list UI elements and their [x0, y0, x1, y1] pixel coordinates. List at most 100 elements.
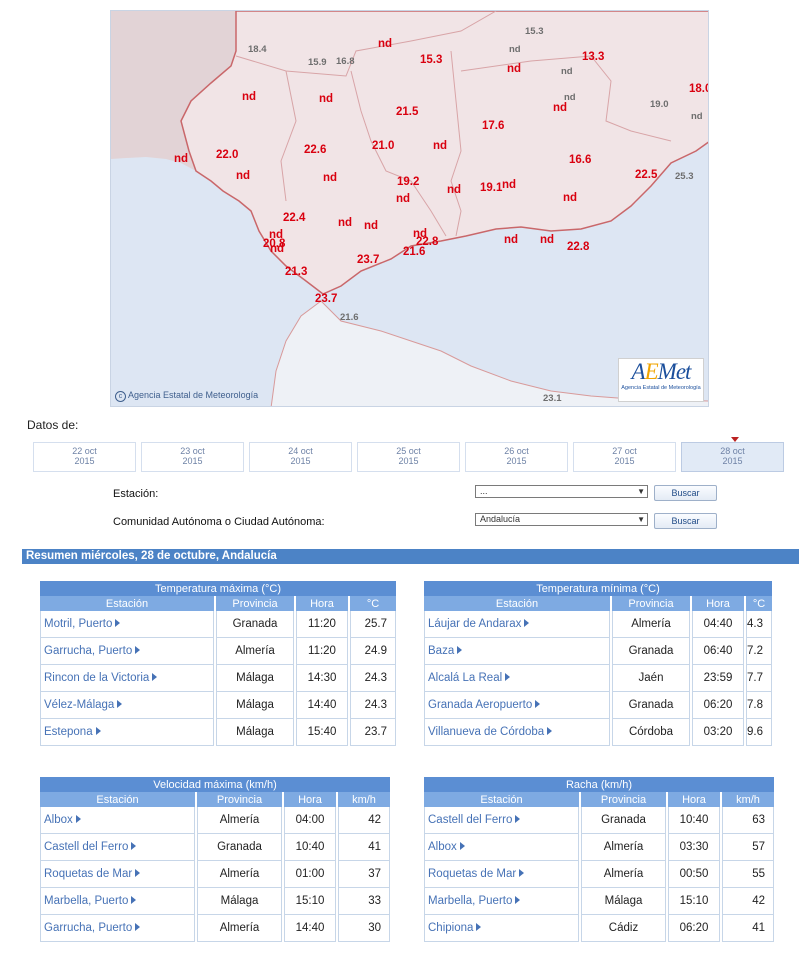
table-row: Garrucha, Puerto Almería 14:40 30: [40, 915, 390, 942]
station-link[interactable]: Baza: [424, 638, 610, 665]
value-cell: 7.2: [746, 638, 772, 665]
time-cell: 23:59: [692, 665, 744, 692]
date-tab[interactable]: 22 oct 2015: [33, 442, 136, 472]
table-row: Baza Granada 06:40 7.2: [424, 638, 772, 665]
date-tab-year: 2015: [506, 456, 527, 466]
value-cell: 42: [722, 888, 774, 915]
max-temp-table: Temperatura máxima (°C) Estación Provincia…: [38, 581, 398, 746]
table-row: Garrucha, Puerto Almería 11:20 24.9: [40, 638, 396, 665]
station-name: Chipiona: [428, 922, 474, 934]
column-header: °C: [350, 596, 396, 611]
arrow-right-icon: [476, 923, 482, 931]
station-link[interactable]: Marbella, Puerto: [424, 888, 579, 915]
max-wind-table: Velocidad máxima (km/h) Estación Provincia…: [38, 777, 392, 942]
column-header: Hora: [692, 596, 744, 611]
time-cell: 00:50: [668, 861, 720, 888]
station-link[interactable]: Motril, Puerto: [40, 611, 214, 638]
date-tab-day: 26 oct: [504, 446, 529, 456]
station-link[interactable]: Vélez-Málaga: [40, 692, 214, 719]
station-name: Roquetas de Mar: [44, 868, 133, 880]
map-value-label: 23.1: [543, 393, 562, 404]
map-value-label: nd: [563, 192, 578, 204]
date-tab[interactable]: 24 oct 2015: [249, 442, 352, 472]
date-tab[interactable]: 25 oct 2015: [357, 442, 460, 472]
station-link[interactable]: Marbella, Puerto: [40, 888, 195, 915]
map-value-label: nd: [364, 220, 379, 232]
date-tab-day: 23 oct: [180, 446, 205, 456]
table-row: Roquetas de Mar Almería 00:50 55: [424, 861, 774, 888]
map-value-label: nd: [270, 243, 285, 255]
station-link[interactable]: Alcalá La Real: [424, 665, 610, 692]
station-name: Vélez-Málaga: [44, 699, 115, 711]
logo-subtitle: Agencia Estatal de Meteorología: [621, 385, 701, 391]
map-value-label: nd: [242, 91, 257, 103]
map-value-label: 16.8: [336, 56, 355, 67]
time-cell: 14:30: [296, 665, 348, 692]
value-cell: 57: [722, 834, 774, 861]
station-link[interactable]: Roquetas de Mar: [424, 861, 579, 888]
date-tab[interactable]: 26 oct 2015: [465, 442, 568, 472]
weather-map[interactable]: 15.318.4nd15.916.8nd15.3nd13.3nd18.0ndnd…: [110, 10, 709, 407]
table-row: Villanueva de Córdoba Córdoba 03:20 9.6: [424, 719, 772, 746]
table-row: Estepona Málaga 15:40 23.7: [40, 719, 396, 746]
station-search-button[interactable]: Buscar: [654, 485, 717, 501]
map-value-label: nd: [691, 111, 703, 122]
station-link[interactable]: Granada Aeropuerto: [424, 692, 610, 719]
station-link[interactable]: Garrucha, Puerto: [40, 638, 214, 665]
date-tab[interactable]: 27 oct 2015: [573, 442, 676, 472]
map-value-label: 18.0: [689, 83, 708, 95]
arrow-right-icon: [115, 619, 121, 627]
date-tab-day: 25 oct: [396, 446, 421, 456]
date-tab-day: 24 oct: [288, 446, 313, 456]
province-cell: Málaga: [216, 665, 294, 692]
map-value-label: nd: [396, 193, 411, 205]
arrow-right-icon: [152, 673, 158, 681]
map-value-label: 22.5: [635, 169, 658, 181]
station-name: Marbella, Puerto: [428, 895, 513, 907]
map-value-label: 21.3: [285, 266, 308, 278]
station-name: Villanueva de Córdoba: [428, 726, 545, 738]
station-link[interactable]: Castell del Ferro: [40, 834, 195, 861]
station-select[interactable]: ... ▼: [475, 485, 648, 498]
dropdown-arrow-icon: ▼: [637, 487, 645, 496]
date-tab-year: 2015: [182, 456, 203, 466]
station-link[interactable]: Roquetas de Mar: [40, 861, 195, 888]
value-cell: 55: [722, 861, 774, 888]
arrow-right-icon: [135, 923, 141, 931]
table-title: Velocidad máxima (km/h): [40, 777, 390, 792]
community-select[interactable]: Andalucía ▼: [475, 513, 648, 526]
column-header: Provincia: [612, 596, 690, 611]
community-search-button[interactable]: Buscar: [654, 513, 717, 529]
time-cell: 10:40: [668, 807, 720, 834]
table-row: Láujar de Andarax Almería 04:40 4.3: [424, 611, 772, 638]
date-tab[interactable]: 28 oct 2015: [681, 437, 784, 472]
station-name: Castell del Ferro: [428, 814, 513, 826]
summary-title: Resumen miércoles, 28 de octubre, Andalu…: [22, 549, 799, 564]
station-name: Motril, Puerto: [44, 618, 113, 630]
station-link[interactable]: Estepona: [40, 719, 214, 746]
province-cell: Granada: [216, 611, 294, 638]
map-value-label: nd: [323, 172, 338, 184]
station-link[interactable]: Garrucha, Puerto: [40, 915, 195, 942]
province-cell: Málaga: [197, 888, 282, 915]
time-cell: 15:10: [284, 888, 336, 915]
date-tab[interactable]: 23 oct 2015: [141, 442, 244, 472]
map-value-label: 23.7: [357, 254, 380, 266]
community-label: Comunidad Autónoma o Ciudad Autónoma:: [113, 516, 325, 528]
station-link[interactable]: Rincon de la Victoria: [40, 665, 214, 692]
station-link[interactable]: Chipiona: [424, 915, 579, 942]
station-link[interactable]: Albox: [40, 807, 195, 834]
map-value-label: nd: [378, 38, 393, 50]
aemet-logo[interactable]: AEMet Agencia Estatal de Meteorología: [618, 358, 704, 402]
table-row: Marbella, Puerto Málaga 15:10 42: [424, 888, 774, 915]
station-link[interactable]: Castell del Ferro: [424, 807, 579, 834]
table-row: Castell del Ferro Granada 10:40 63: [424, 807, 774, 834]
arrow-right-icon: [131, 842, 137, 850]
date-tab-year: 2015: [74, 456, 95, 466]
station-link[interactable]: Villanueva de Córdoba: [424, 719, 610, 746]
station-link[interactable]: Láujar de Andarax: [424, 611, 610, 638]
column-header: Hora: [284, 792, 336, 807]
station-link[interactable]: Albox: [424, 834, 579, 861]
station-name: Estepona: [44, 726, 93, 738]
value-cell: 41: [722, 915, 774, 942]
